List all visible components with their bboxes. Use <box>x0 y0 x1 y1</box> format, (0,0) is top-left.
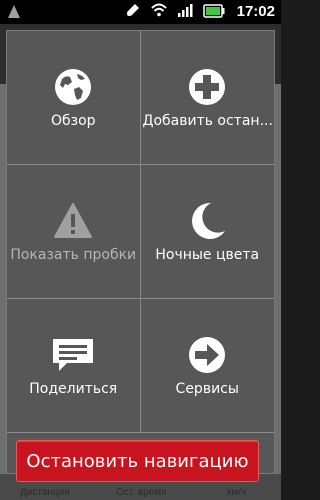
options-menu: Обзор Добавить остан... Показать пробки … <box>6 30 275 474</box>
moon-icon <box>183 197 231 245</box>
distance-label: Дистанция <box>20 487 70 498</box>
battery-icon <box>203 3 225 22</box>
status-time: 17:02 <box>236 3 275 20</box>
menu-item-add-stop[interactable]: Добавить остан... <box>140 31 274 165</box>
gps-icon <box>125 2 141 22</box>
notification-icon <box>4 2 24 22</box>
menu-item-label: Показать пробки <box>10 247 137 263</box>
remaining-time-label: Ост. время <box>116 487 167 498</box>
speed-unit-label: км/ч <box>227 487 247 498</box>
status-bar: 17:02 <box>0 0 281 24</box>
arrow-right-circle-icon <box>183 331 231 379</box>
wifi-icon <box>151 2 167 22</box>
plus-circle-icon <box>183 63 231 111</box>
globe-icon <box>49 63 97 111</box>
menu-item-label: Обзор <box>50 113 96 129</box>
chat-message-icon <box>49 331 97 379</box>
status-icons <box>125 3 225 21</box>
menu-item-label: Сервисы <box>175 381 239 397</box>
menu-item-night-colors[interactable]: Ночные цвета <box>140 165 274 299</box>
signal-icon <box>177 2 193 22</box>
menu-item-show-traffic[interactable]: Показать пробки <box>7 165 141 299</box>
menu-item-overview[interactable]: Обзор <box>7 31 141 165</box>
stop-navigation-button[interactable]: Остановить навигацию <box>16 440 259 482</box>
menu-item-label: Поделиться <box>29 381 118 397</box>
menu-item-label: Добавить остан... <box>142 113 273 129</box>
menu-item-share[interactable]: Поделиться <box>7 299 141 433</box>
menu-item-services[interactable]: Сервисы <box>140 299 274 433</box>
menu-item-label: Ночные цвета <box>155 247 260 263</box>
warning-icon <box>49 197 97 245</box>
menu-grid: Обзор Добавить остан... Показать пробки … <box>7 31 274 433</box>
